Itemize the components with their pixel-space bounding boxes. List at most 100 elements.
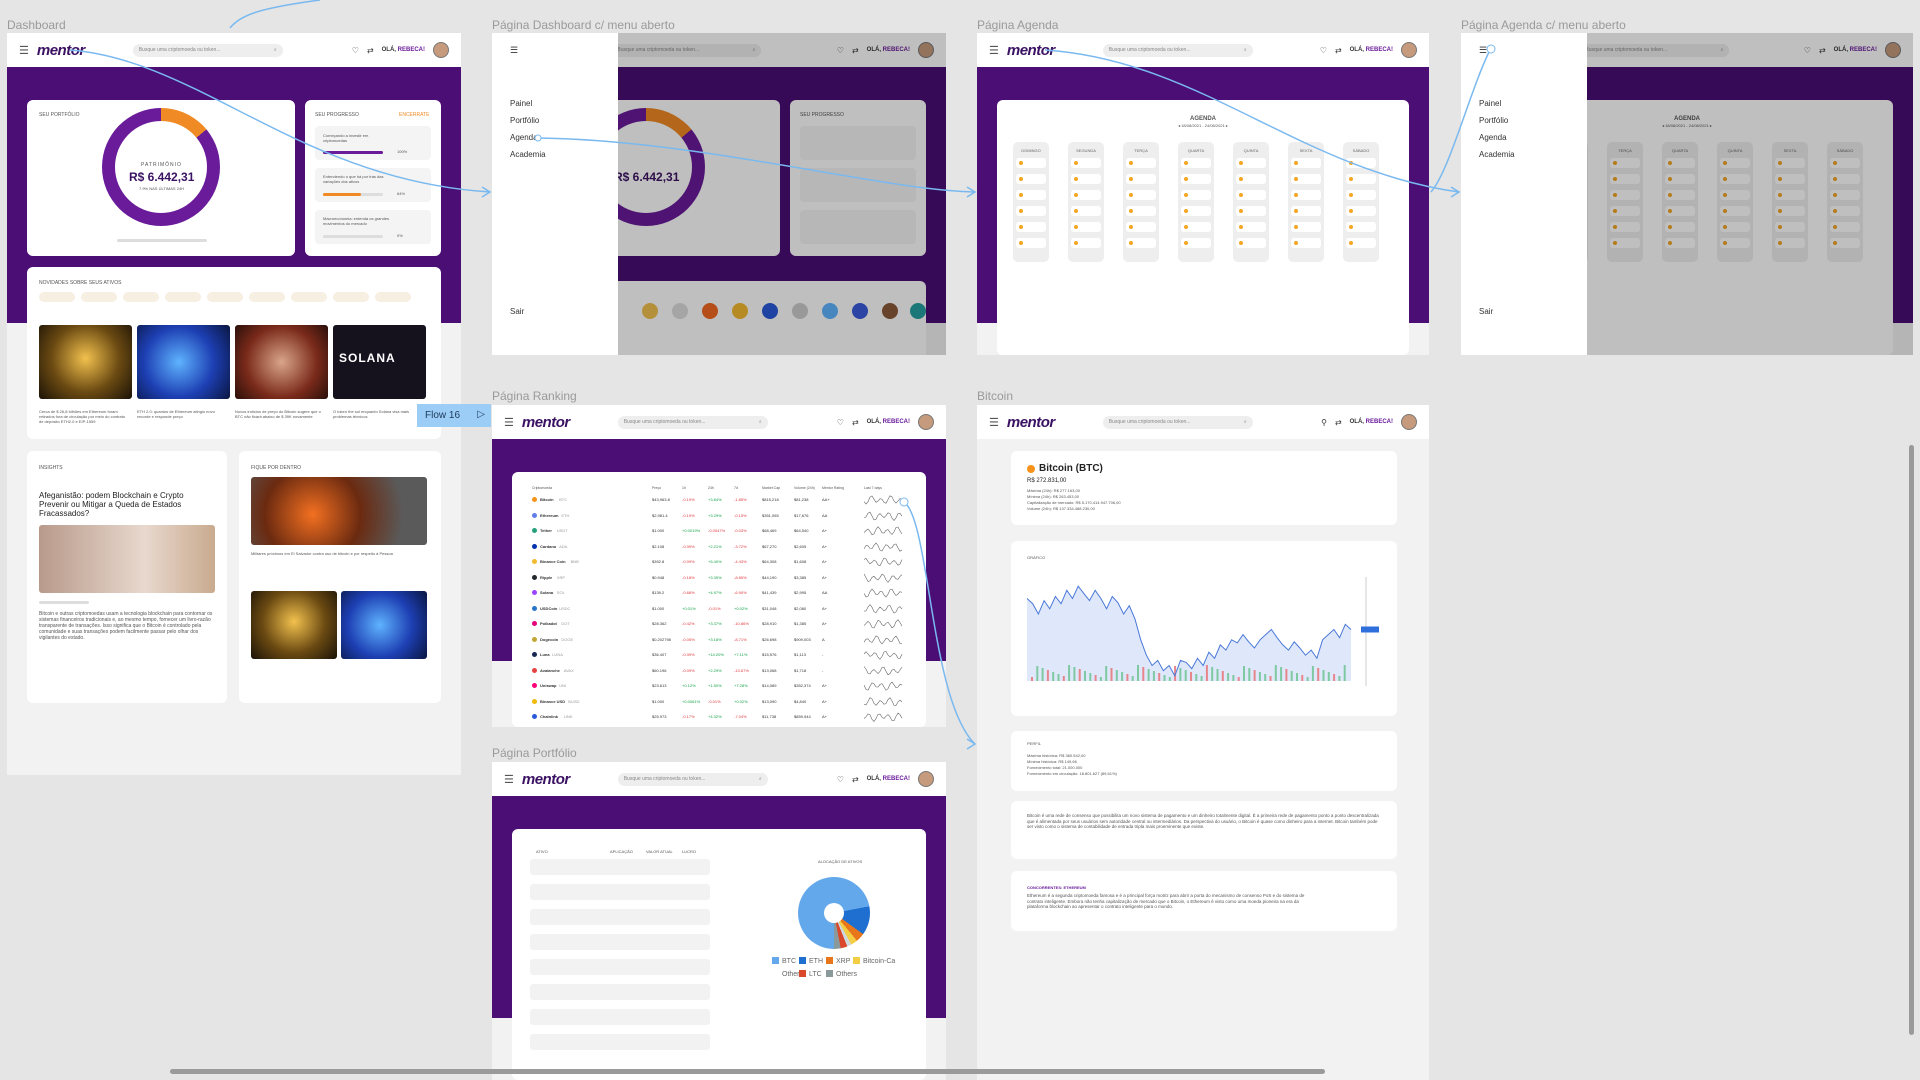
- agenda-event[interactable]: [1126, 190, 1156, 200]
- agenda-event[interactable]: [1126, 238, 1156, 248]
- portfolio-row[interactable]: [530, 1009, 710, 1025]
- news-image-solana[interactable]: SOLANA: [333, 325, 426, 399]
- portfolio-row[interactable]: [530, 984, 710, 1000]
- avatar[interactable]: [433, 42, 449, 58]
- table-row[interactable]: Uniswap UNI $23.613 +0.12% +1.50% +7.28% $14,0…: [512, 680, 926, 692]
- insights-image[interactable]: [39, 525, 215, 593]
- logo[interactable]: mentor: [1007, 42, 1055, 59]
- menu-item-portfolio[interactable]: Portfólio: [1479, 116, 1508, 125]
- search-input[interactable]: Busque uma criptomoeda ou token... ⌕: [617, 415, 768, 429]
- news-image-blue-eth[interactable]: [137, 325, 230, 399]
- agenda-event[interactable]: [1071, 206, 1101, 216]
- agenda-event[interactable]: [1016, 190, 1046, 200]
- coin-chip[interactable]: [165, 292, 201, 302]
- agenda-event[interactable]: [1236, 222, 1266, 232]
- coin-chip[interactable]: [333, 292, 369, 302]
- menu-item-agenda[interactable]: Agenda: [1479, 133, 1507, 142]
- heart-icon[interactable]: ♡: [837, 418, 844, 427]
- search-input[interactable]: Busque uma criptomoeda ou token... ⌕: [132, 43, 283, 57]
- logo[interactable]: mentor: [522, 414, 570, 431]
- agenda-event[interactable]: [1016, 158, 1046, 168]
- frame-label-bitcoin[interactable]: Bitcoin: [977, 389, 1013, 403]
- agenda-event[interactable]: [1181, 238, 1211, 248]
- agenda-event[interactable]: [1126, 174, 1156, 184]
- table-row[interactable]: Binance Coin BNB $392.8 -0.09% +5.40% -4.43% $…: [512, 556, 926, 568]
- portfolio-row[interactable]: [530, 959, 710, 975]
- ranking-column-header[interactable]: Preço: [652, 486, 661, 490]
- heart-icon[interactable]: ♡: [352, 46, 359, 55]
- frame-label-ranking[interactable]: Página Ranking: [492, 389, 577, 403]
- coin-chip[interactable]: [375, 292, 411, 302]
- agenda-event[interactable]: [1126, 222, 1156, 232]
- vertical-scrollbar[interactable]: [1909, 445, 1914, 1035]
- agenda-event[interactable]: [1126, 206, 1156, 216]
- agenda-event[interactable]: [1236, 190, 1266, 200]
- table-row[interactable]: Binance USD BUSD $1.000 +0.0061% -0.01% +0.02…: [512, 696, 926, 708]
- table-row[interactable]: Polkadot DOT $28.362 -0.42% +3.37% -10.86% $28…: [512, 618, 926, 630]
- stay-image-gold-eth[interactable]: [251, 591, 337, 659]
- ranking-column-header[interactable]: Volume (24h): [794, 486, 815, 490]
- agenda-event[interactable]: [1346, 174, 1376, 184]
- menu-icon[interactable]: ☰: [1479, 45, 1487, 56]
- menu-icon[interactable]: ☰: [989, 416, 999, 429]
- agenda-event[interactable]: [1346, 190, 1376, 200]
- menu-icon[interactable]: ☰: [989, 44, 999, 57]
- table-row[interactable]: Dogecoin DOGE $0.202798 -0.05% +3.18% -8.71% $…: [512, 634, 926, 646]
- agenda-event[interactable]: [1071, 158, 1101, 168]
- agenda-event[interactable]: [1291, 238, 1321, 248]
- menu-item-painel[interactable]: Painel: [510, 99, 532, 108]
- frame-label-dashboard-menu[interactable]: Página Dashboard c/ menu aberto: [492, 18, 675, 32]
- frame-agenda-menu[interactable]: Busque uma criptomoeda ou token... ⌕ ♡ ⇄ …: [1461, 33, 1913, 355]
- agenda-event[interactable]: [1236, 158, 1266, 168]
- agenda-event[interactable]: [1071, 190, 1101, 200]
- table-row[interactable]: Ripple XRP $0.948 -0.18% +3.39% -8.85% $44,190…: [512, 572, 926, 584]
- logo[interactable]: mentor: [37, 42, 85, 59]
- horizontal-scrollbar[interactable]: [170, 1069, 1325, 1074]
- agenda-event[interactable]: [1016, 238, 1046, 248]
- search-input[interactable]: Busque uma criptomoeda ou token... ⌕: [1102, 415, 1253, 429]
- ranking-column-header[interactable]: Mentor Rating: [822, 486, 844, 490]
- swap-icon[interactable]: ⇄: [1335, 418, 1342, 427]
- frame-dashboard-menu[interactable]: Busque uma criptomoeda ou token... ⌕ ♡ ⇄ …: [492, 33, 946, 355]
- ranking-column-header[interactable]: 24h: [708, 486, 714, 490]
- ranking-column-header[interactable]: Last 7 days: [864, 486, 882, 490]
- agenda-event[interactable]: [1346, 238, 1376, 248]
- heart-icon[interactable]: ♡: [1320, 46, 1327, 55]
- frame-dashboard[interactable]: ☰ mentor Busque uma criptomoeda ou token…: [7, 33, 461, 775]
- agenda-event[interactable]: [1071, 222, 1101, 232]
- news-image-gold-eth[interactable]: [39, 325, 132, 399]
- agenda-event[interactable]: [1126, 158, 1156, 168]
- menu-item-academia[interactable]: Academia: [1479, 150, 1515, 159]
- agenda-event[interactable]: [1181, 158, 1211, 168]
- news-image-binoculars[interactable]: [235, 325, 328, 399]
- swap-icon[interactable]: ⇄: [367, 46, 374, 55]
- coin-chip[interactable]: [81, 292, 117, 302]
- frame-label-agenda[interactable]: Página Agenda: [977, 18, 1058, 32]
- menu-icon[interactable]: ☰: [504, 773, 514, 786]
- table-row[interactable]: USDCoin USDC $1.000 +0.01% -0.01% +0.02% $31,0…: [512, 603, 926, 615]
- table-row[interactable]: Chainlink LINK $25.973 -0.17% +4.32% -7.04% $1…: [512, 711, 926, 723]
- table-row[interactable]: Ethereum ETH $2,981.4 -0.19% +3.29% -0.15% $35…: [512, 510, 926, 522]
- btc-price-chart[interactable]: [1011, 541, 1397, 716]
- agenda-event[interactable]: [1291, 174, 1321, 184]
- agenda-event[interactable]: [1181, 206, 1211, 216]
- table-row[interactable]: Tether USDT $1.000 +0.0019% -0.0047% -0.03% $6…: [512, 525, 926, 537]
- menu-icon[interactable]: ☰: [19, 44, 29, 57]
- frame-bitcoin[interactable]: ☰ mentor Busque uma criptomoeda ou token…: [977, 405, 1429, 1080]
- portfolio-row[interactable]: [530, 934, 710, 950]
- menu-item-painel[interactable]: Painel: [1479, 99, 1501, 108]
- menu-item-agenda[interactable]: Agenda: [510, 133, 538, 142]
- agenda-event[interactable]: [1291, 190, 1321, 200]
- insights-headline[interactable]: Afeganistão: podem Blockchain e Crypto P…: [39, 491, 215, 518]
- table-row[interactable]: Luna LUNA $36.407 -0.39% +14.20% +7.11% $15,57…: [512, 649, 926, 661]
- search-input[interactable]: Busque uma criptomoeda ou token... ⌕: [1102, 43, 1253, 57]
- progress-item-2[interactable]: Entendendo o que há por trás das variaçõ…: [315, 168, 431, 202]
- agenda-event[interactable]: [1071, 238, 1101, 248]
- agenda-event[interactable]: [1016, 174, 1046, 184]
- agenda-event[interactable]: [1181, 174, 1211, 184]
- agenda-event[interactable]: [1181, 190, 1211, 200]
- agenda-event[interactable]: [1291, 206, 1321, 216]
- flow-tag[interactable]: Flow 16 ▷: [417, 404, 491, 427]
- agenda-event[interactable]: [1291, 222, 1321, 232]
- agenda-event[interactable]: [1236, 238, 1266, 248]
